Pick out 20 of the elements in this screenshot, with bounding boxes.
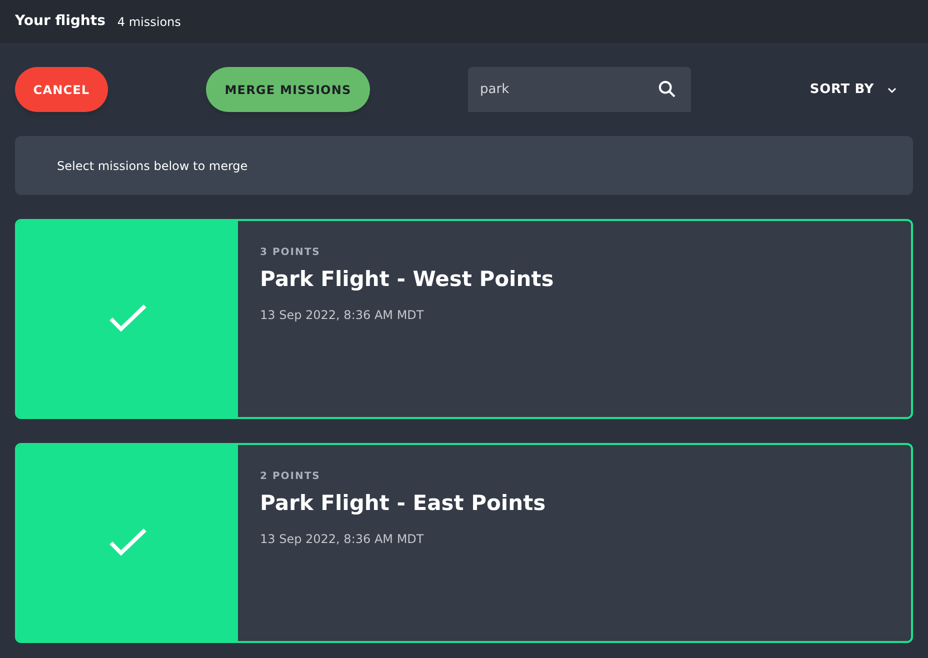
mission-count: 4 missions (117, 14, 181, 30)
mission-card[interactable]: 2 POINTS Park Flight - East Points 13 Sep 2022, 8:36 AM MDT (15, 443, 913, 643)
search-field[interactable]: park (468, 67, 691, 112)
page-title: Your flights (15, 12, 106, 31)
mission-card[interactable]: 3 POINTS Park Flight - West Points 13 Sep 2022, 8:36 AM MDT (15, 219, 913, 419)
mission-date: 13 Sep 2022, 8:36 AM MDT (260, 306, 425, 324)
search-icon[interactable] (657, 79, 677, 99)
check-icon (108, 304, 146, 334)
selection-panel[interactable] (17, 221, 238, 417)
mission-date: 13 Sep 2022, 8:36 AM MDT (260, 530, 425, 548)
check-icon (108, 528, 146, 558)
sort-by-button[interactable]: SORT BY (810, 80, 898, 100)
mission-title: Park Flight - East Points (260, 490, 546, 517)
mission-title: Park Flight - West Points (260, 266, 554, 293)
merge-missions-button[interactable]: MERGE MISSIONS (206, 67, 370, 112)
cancel-button[interactable]: CANCEL (15, 67, 108, 112)
points-count: 2 POINTS (260, 470, 322, 484)
points-count: 3 POINTS (260, 246, 322, 260)
merge-instruction: Select missions below to merge (57, 158, 248, 174)
selection-panel[interactable] (17, 445, 238, 641)
